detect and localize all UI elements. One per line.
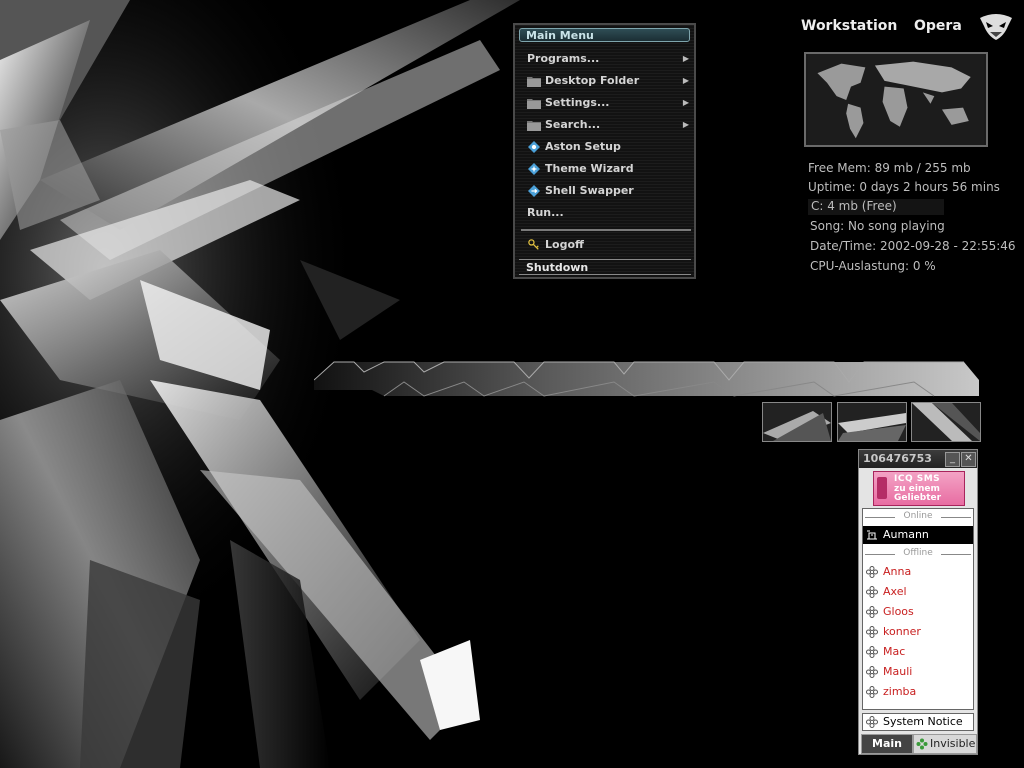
contact-offline[interactable]: Gloos (863, 603, 973, 621)
task-preview-image (912, 403, 980, 441)
free-memory-text: Free Mem: 89 mb / 255 mb (808, 161, 971, 175)
phone-icon (877, 477, 887, 499)
theme-wizard-icon (528, 163, 540, 175)
task-preview-image (838, 413, 906, 441)
workstation-link[interactable]: Workstation (801, 18, 897, 34)
alien-logo-icon[interactable] (978, 12, 1014, 42)
task-preview-image (763, 411, 831, 441)
opera-link[interactable]: Opera (914, 18, 962, 34)
icq-uin: 106476753 (863, 452, 932, 465)
contact-name: zimba (883, 685, 917, 698)
icq-titlebar[interactable]: 106476753 _ ✕ (859, 450, 977, 468)
offline-flower-icon (866, 666, 878, 678)
world-map (804, 52, 988, 147)
shell-swapper-icon (528, 185, 540, 197)
main-menu-title: Main Menu (519, 28, 690, 42)
menu-separator (521, 229, 691, 231)
contact-offline[interactable]: Axel (863, 583, 973, 601)
offline-flower-icon (866, 646, 878, 658)
main-menu: Main Menu Programs... ▶ Desktop Folder ▶… (513, 23, 696, 279)
contact-name: Axel (883, 585, 907, 598)
contact-offline[interactable]: Mac (863, 643, 973, 661)
icq-sms-banner[interactable]: ICQ SMS zu einem Geliebter (873, 471, 965, 506)
menu-item-theme-wizard[interactable]: Theme Wizard (521, 159, 691, 179)
contact-name: Gloos (883, 605, 914, 618)
menu-item-desktop-folder[interactable]: Desktop Folder ▶ (521, 71, 691, 91)
menu-item-search[interactable]: Search... ▶ (521, 115, 691, 135)
folder-icon (527, 77, 541, 87)
uptime-text: Uptime: 0 days 2 hours 56 mins (808, 180, 1000, 194)
menu-item-label: Search... (545, 118, 601, 131)
menu-item-logoff[interactable]: Logoff (521, 235, 691, 255)
invisible-status-icon (916, 738, 928, 750)
icq-main-button[interactable]: Main (861, 734, 913, 754)
contact-offline[interactable]: konner (863, 623, 973, 641)
offline-flower-icon (866, 686, 878, 698)
banner-line-3: Geliebter (894, 493, 942, 503)
task-thumbnail-1[interactable] (762, 402, 832, 442)
offline-flower-icon (866, 606, 878, 618)
menu-item-label: Aston Setup (545, 140, 621, 153)
icq-status-button[interactable]: Invisible (913, 734, 977, 754)
menu-item-label: Shell Swapper (545, 184, 634, 197)
menu-item-run[interactable]: Run... (521, 203, 691, 223)
menu-item-label: Theme Wizard (545, 162, 634, 175)
contact-offline[interactable]: zimba (863, 683, 973, 701)
contact-offline[interactable]: Mauli (863, 663, 973, 681)
submenu-arrow-icon: ▶ (682, 54, 689, 63)
cpu-usage-text: CPU-Auslastung: 0 % (810, 259, 936, 273)
contact-offline[interactable]: Anna (863, 563, 973, 581)
menu-item-label: Settings... (545, 96, 610, 109)
offline-flower-icon (866, 626, 878, 638)
menu-item-shutdown[interactable]: Shutdown (519, 259, 691, 275)
system-notice-button[interactable]: System Notice (862, 713, 974, 731)
folder-icon (527, 121, 541, 131)
task-thumbnail-2[interactable] (837, 402, 907, 442)
menu-item-label: Logoff (545, 238, 584, 251)
contact-name: Mac (883, 645, 906, 658)
offline-flower-icon (866, 566, 878, 578)
contact-name: Aumann (883, 528, 929, 541)
menu-item-aston-setup[interactable]: Aston Setup (521, 137, 691, 157)
group-offline-header[interactable]: Offline (863, 548, 973, 560)
group-online-header[interactable]: Online (863, 511, 973, 523)
submenu-arrow-icon: ▶ (682, 98, 689, 107)
datetime-text: Date/Time: 2002-09-28 - 22:55:46 (810, 239, 1016, 253)
submenu-arrow-icon: ▶ (682, 76, 689, 85)
task-thumbnail-3[interactable] (911, 402, 981, 442)
banner-line-1: ICQ SMS (894, 474, 941, 484)
status-label: Invisible (930, 737, 976, 750)
contact-online[interactable]: Aumann (863, 526, 973, 544)
minimize-button[interactable]: _ (945, 452, 960, 467)
menu-item-label: Run... (527, 206, 564, 219)
taskbar-decoration (314, 361, 979, 397)
close-button[interactable]: ✕ (961, 452, 976, 467)
system-notice-label: System Notice (883, 715, 963, 728)
menu-item-shell-swapper[interactable]: Shell Swapper (521, 181, 691, 201)
menu-item-label: Programs... (527, 52, 600, 65)
contact-list: Online Aumann Offline Anna Axel Gloos ko… (862, 508, 974, 710)
logoff-key-icon (528, 239, 539, 250)
folder-icon (527, 99, 541, 109)
contact-name: konner (883, 625, 921, 638)
offline-flower-icon (866, 586, 878, 598)
song-text: Song: No song playing (810, 219, 945, 233)
icq-contact-window: 106476753 _ ✕ ICQ SMS zu einem Geliebter… (858, 449, 978, 755)
disk-space-text: C: 4 mb (Free) (811, 199, 897, 213)
contact-name: Mauli (883, 665, 913, 678)
online-status-icon (867, 530, 877, 540)
menu-item-label: Desktop Folder (545, 74, 640, 87)
menu-item-settings[interactable]: Settings... ▶ (521, 93, 691, 113)
aston-setup-icon (528, 141, 540, 153)
submenu-arrow-icon: ▶ (682, 120, 689, 129)
system-notice-icon (866, 716, 878, 728)
menu-item-programs[interactable]: Programs... ▶ (521, 49, 691, 69)
contact-name: Anna (883, 565, 912, 578)
